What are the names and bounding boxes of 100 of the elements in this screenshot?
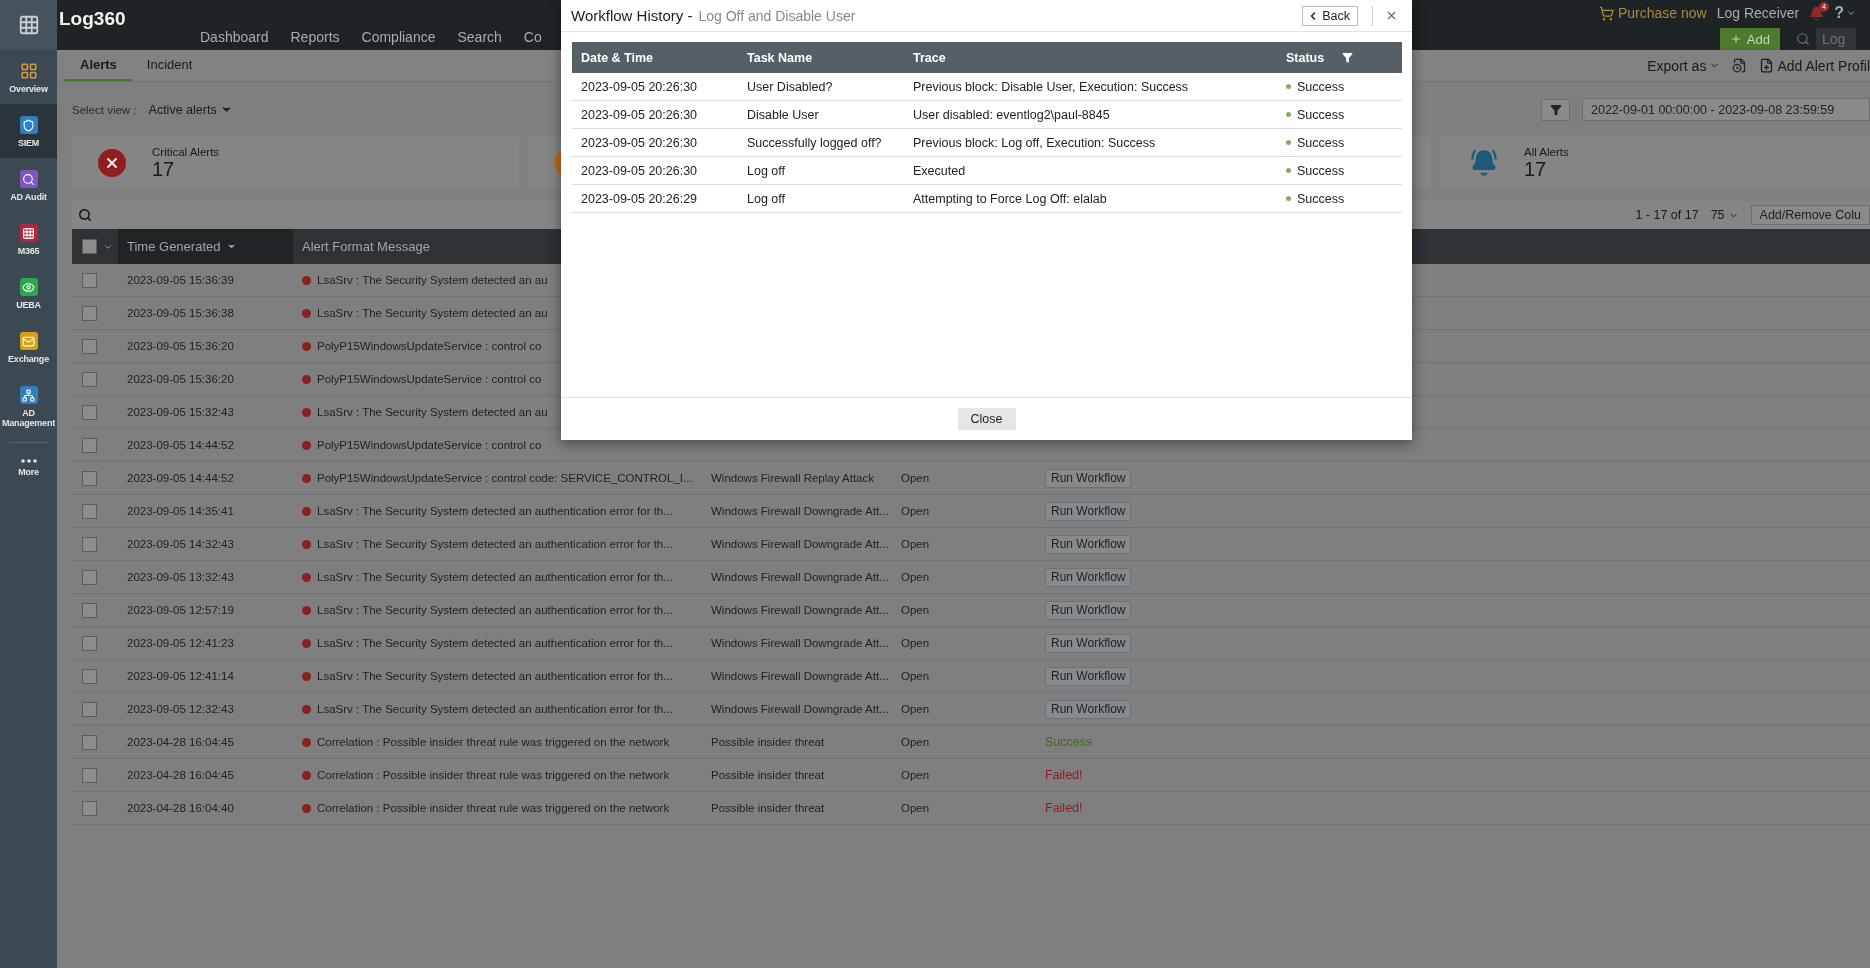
run-workflow-button[interactable]: Run Workflow xyxy=(1045,699,1132,719)
log-receiver-link[interactable]: Log Receiver xyxy=(1716,5,1800,21)
table-cell: LsaSrv : The Security System detected an authentication error for th... xyxy=(317,703,673,715)
column-header: Status xyxy=(1286,50,1325,65)
table-cell: 2023-09-05 12:57:19 xyxy=(127,604,234,616)
run-workflow-button[interactable]: Run Workflow xyxy=(1045,666,1132,686)
row-checkbox[interactable] xyxy=(82,602,97,618)
sidebar-item[interactable]: More xyxy=(0,447,57,487)
row-checkbox[interactable] xyxy=(82,338,97,354)
run-workflow-button[interactable]: Run Workflow xyxy=(1045,468,1132,488)
network-icon xyxy=(19,386,38,404)
sidebar-item[interactable]: M365 xyxy=(0,212,57,266)
severity-dot xyxy=(302,803,311,813)
row-checkbox[interactable] xyxy=(82,404,97,420)
search-icon[interactable] xyxy=(1796,32,1810,46)
close-button[interactable]: Close xyxy=(957,408,1016,430)
tab[interactable]: Alerts xyxy=(65,50,132,81)
sidebar-item[interactable]: AD Management xyxy=(0,374,57,438)
column-header: Date & Time xyxy=(581,50,653,65)
row-checkbox[interactable] xyxy=(82,569,97,585)
row-checkbox[interactable] xyxy=(82,800,97,816)
filter-button[interactable] xyxy=(1541,98,1570,121)
nav-link[interactable]: Reports xyxy=(290,29,340,45)
table-cell: PolyP15WindowsUpdateService : control code: SERVICE_CONTROL_I... xyxy=(317,472,693,484)
column-header[interactable]: Time Generated xyxy=(118,229,293,264)
critical-icon xyxy=(98,149,126,177)
cart-icon xyxy=(1599,5,1614,21)
severity-dot xyxy=(302,770,311,780)
search-field[interactable]: Log xyxy=(1816,28,1856,50)
date-range-field[interactable]: 2022-09-01 00:00:00 - 2023-09-08 23:59:59 xyxy=(1582,98,1870,121)
run-workflow-button[interactable]: Run Workflow xyxy=(1045,534,1132,554)
sidebar-item[interactable]: Overview xyxy=(0,50,57,104)
help-menu[interactable]: ? xyxy=(1834,4,1856,22)
table-cell: Successfully logged off? xyxy=(747,135,882,150)
page-size-dropdown[interactable]: 75 xyxy=(1710,208,1739,222)
nav-link[interactable]: Co xyxy=(523,29,542,45)
nav-link[interactable]: Search xyxy=(457,29,502,45)
table-cell: Disable User xyxy=(747,107,819,122)
nav-link[interactable]: Dashboard xyxy=(200,29,269,45)
table-cell: Windows Firewall Replay Attack xyxy=(711,472,874,484)
table-cell: LsaSrv : The Security System detected an au xyxy=(317,307,548,319)
nav-link[interactable]: Compliance xyxy=(361,29,436,45)
run-workflow-button[interactable]: Run Workflow xyxy=(1045,633,1132,653)
select-all-checkbox[interactable] xyxy=(82,239,97,254)
severity-dot xyxy=(302,341,311,351)
row-checkbox[interactable] xyxy=(82,272,97,288)
add-alert-profile-link[interactable]: Add Alert Profil xyxy=(1759,57,1870,74)
table-cell: 2023-09-05 14:44:52 xyxy=(127,472,234,484)
history-icon[interactable] xyxy=(1732,58,1748,73)
table-cell: User disabled: eventlog2\paul-8845 xyxy=(913,107,1110,122)
caret-icon xyxy=(1846,8,1856,18)
severity-dot xyxy=(302,473,311,483)
purchase-link[interactable]: Purchase now xyxy=(1599,5,1707,21)
row-checkbox[interactable] xyxy=(82,668,97,684)
run-workflow-button[interactable]: Run Workflow xyxy=(1045,501,1132,521)
row-checkbox[interactable] xyxy=(82,470,97,486)
filter-icon[interactable] xyxy=(1342,52,1354,63)
table-cell: LsaSrv : The Security System detected an authentication error for th... xyxy=(317,604,673,616)
search-icon[interactable] xyxy=(78,208,92,222)
row-checkbox[interactable] xyxy=(82,371,97,387)
sidebar-item[interactable]: Exchange xyxy=(0,320,57,374)
row-checkbox[interactable] xyxy=(82,767,97,783)
table-cell: Open xyxy=(901,571,930,583)
sidebar-item[interactable]: UEBA xyxy=(0,266,57,320)
table-cell: Open xyxy=(901,637,930,649)
table-cell: 2023-09-05 14:32:43 xyxy=(127,538,234,550)
table-cell: 2023-09-05 14:44:52 xyxy=(127,439,234,451)
table-cell: 2023-09-05 12:41:23 xyxy=(127,637,234,649)
sidebar-item[interactable]: AD Audit xyxy=(0,158,57,212)
add-remove-columns-button[interactable]: Add/Remove Colu xyxy=(1750,205,1870,225)
card-label: Critical Alerts xyxy=(152,145,220,158)
row-checkbox[interactable] xyxy=(82,305,97,321)
workflow-status: Failed! xyxy=(1045,768,1083,782)
row-checkbox[interactable] xyxy=(82,437,97,453)
table-cell: 2023-09-05 15:36:38 xyxy=(127,307,234,319)
sidebar-item[interactable]: SIEM xyxy=(0,104,57,158)
row-checkbox[interactable] xyxy=(82,536,97,552)
back-button[interactable]: Back xyxy=(1302,5,1358,26)
run-workflow-button[interactable]: Run Workflow xyxy=(1045,567,1132,587)
export-menu[interactable]: Export as xyxy=(1647,57,1721,74)
add-button[interactable]: Add xyxy=(1719,28,1780,50)
table-cell: 2023-09-05 15:36:39 xyxy=(127,274,234,286)
table-cell: Windows Firewall Downgrade Att... xyxy=(711,637,889,649)
dialog-subtitle: Log Off and Disable User xyxy=(698,7,856,24)
table-cell: LsaSrv : The Security System detected an authentication error for th... xyxy=(317,571,673,583)
tab[interactable]: Incident xyxy=(131,50,208,81)
row-checkbox[interactable] xyxy=(82,734,97,750)
view-dropdown[interactable]: Active alerts xyxy=(148,102,233,117)
row-checkbox[interactable] xyxy=(82,635,97,651)
row-checkbox[interactable] xyxy=(82,503,97,519)
table-cell: Log off xyxy=(747,191,785,206)
plus-icon xyxy=(1729,33,1742,45)
row-checkbox[interactable] xyxy=(82,701,97,717)
table-cell: Open xyxy=(901,505,930,517)
overview-grid-icon xyxy=(19,62,38,80)
table-cell: LsaSrv : The Security System detected an au xyxy=(317,406,548,418)
run-workflow-button[interactable]: Run Workflow xyxy=(1045,600,1132,620)
apps-menu-icon[interactable] xyxy=(0,0,57,50)
severity-dot xyxy=(302,440,311,450)
table-cell: 2023-09-05 15:36:20 xyxy=(127,340,234,352)
